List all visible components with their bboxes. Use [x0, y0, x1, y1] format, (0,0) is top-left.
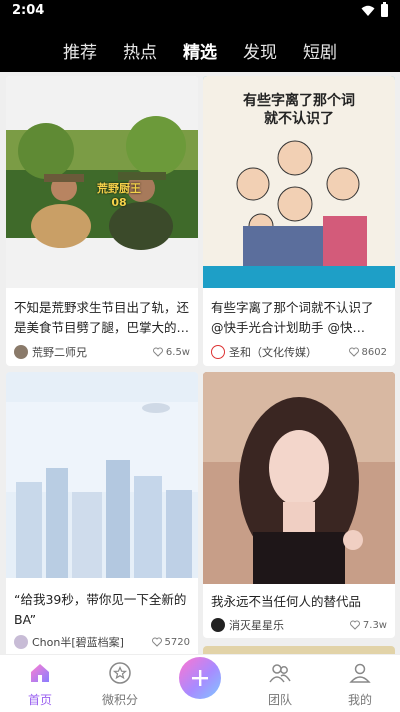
nav-team-label: 团队 [267, 693, 292, 707]
bottom-nav: 首页 微积分 团队 我的 [0, 654, 400, 712]
like-count-value: 6.5w [165, 346, 190, 358]
card-thumbnail[interactable]: 有些字离了那个词 就不认识了 [203, 76, 395, 288]
heart-icon [349, 620, 360, 630]
card-title: 不知是荒野求生节目出了轨，还是美食节目劈了腿，巴掌大的… [14, 300, 190, 335]
feed-card[interactable] [203, 646, 395, 654]
like-count[interactable]: 8602 [348, 346, 387, 358]
like-count[interactable]: 6.5w [152, 346, 190, 358]
publish-button[interactable] [179, 657, 221, 699]
card-thumbnail[interactable]: 荒野厨王 08 [6, 76, 198, 288]
tab-hot[interactable]: 热点 [123, 38, 157, 63]
like-count-value: 5720 [164, 636, 190, 648]
status-icons [361, 2, 388, 17]
author-name[interactable]: 消灭星星乐 [229, 617, 350, 633]
feed-card[interactable]: 有些字离了那个词 就不认识了 有些字离了那个词就不认识了 @快手光合计划助手 @… [203, 76, 395, 366]
battery-icon [381, 2, 388, 17]
author-name[interactable]: 圣和（文化传媒） [229, 344, 349, 360]
city-skyline-image [6, 372, 198, 578]
card-meta: 圣和（文化传媒） 8602 [211, 344, 387, 360]
card-title: 有些字离了那个词就不认识了 @快手光合计划助手 @快… [211, 300, 387, 335]
top-tabs: 推荐 热点 精选 发现 短剧 [0, 38, 400, 63]
feed-card[interactable]: “给我39秒，带你见一下全新的BA” Chon半[碧蓝档案] 5720 [6, 372, 198, 654]
status-time: 2:04 [12, 3, 45, 18]
nav-home-label: 首页 [27, 693, 52, 707]
heart-icon [152, 347, 163, 357]
like-count-value: 7.3w [362, 619, 387, 631]
nav-team[interactable]: 团队 [250, 661, 310, 708]
card-image-caption: 荒野厨王 08 [97, 182, 141, 209]
avatar[interactable] [211, 618, 225, 632]
author-name[interactable]: Chon半[碧蓝档案] [32, 634, 152, 650]
card-image-caption: 有些字离了那个词 就不认识了 [243, 93, 355, 127]
tab-discover[interactable]: 发现 [243, 38, 277, 63]
like-count-value: 8602 [361, 346, 387, 358]
profile-icon [349, 663, 371, 683]
tab-featured[interactable]: 精选 [183, 38, 217, 63]
nav-home[interactable]: 首页 [10, 661, 70, 708]
wifi-icon [361, 5, 375, 16]
like-count[interactable]: 7.3w [349, 619, 387, 631]
status-bar: 2:04 [0, 0, 400, 24]
card-meta: 荒野二师兄 6.5w [14, 344, 190, 360]
card-thumbnail[interactable] [203, 372, 395, 584]
card-thumbnail[interactable] [6, 372, 198, 578]
portrait-photo-image [203, 372, 395, 584]
avatar[interactable] [14, 635, 28, 649]
feed-card[interactable]: 荒野厨王 08 不知是荒野求生节目出了轨，还是美食节目劈了腿，巴掌大的… 荒野二… [6, 76, 198, 366]
star-circle-icon [109, 662, 131, 684]
nav-profile[interactable]: 我的 [330, 661, 390, 708]
feed-card[interactable]: 我永远不当任何人的替代品 消灭星星乐 7.3w [203, 372, 395, 638]
nav-profile-label: 我的 [347, 693, 372, 707]
card-title: “给我39秒，带你见一下全新的BA” [14, 592, 187, 627]
home-icon [31, 664, 49, 682]
plus-icon [192, 670, 208, 686]
card-meta: Chon半[碧蓝档案] 5720 [14, 634, 190, 650]
nav-points[interactable]: 微积分 [90, 661, 150, 708]
like-count[interactable]: 5720 [151, 636, 190, 648]
heart-icon [151, 637, 162, 647]
nav-points-label: 微积分 [101, 693, 138, 707]
tab-short-drama[interactable]: 短剧 [303, 38, 337, 63]
author-name[interactable]: 荒野二师兄 [32, 344, 153, 360]
card-title: 我永远不当任何人的替代品 [211, 594, 362, 609]
card-meta: 消灭星星乐 7.3w [211, 617, 387, 633]
team-icon [269, 664, 291, 683]
avatar[interactable] [211, 345, 225, 359]
feed-grid: 荒野厨王 08 不知是荒野求生节目出了轨，还是美食节目劈了腿，巴掌大的… 荒野二… [0, 72, 400, 654]
tab-recommend[interactable]: 推荐 [63, 38, 97, 63]
heart-icon [348, 347, 359, 357]
top-bar: 2:04 推荐 热点 精选 发现 短剧 [0, 0, 400, 72]
avatar[interactable] [14, 345, 28, 359]
